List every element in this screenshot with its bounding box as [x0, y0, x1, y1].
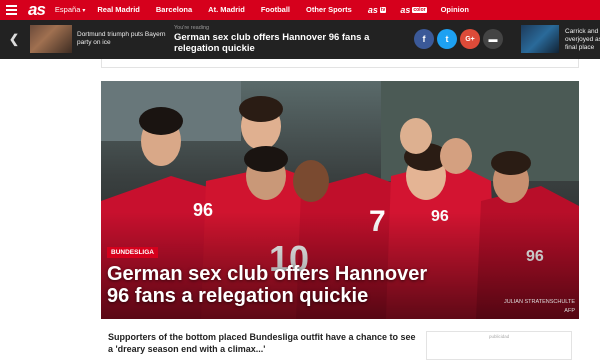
prev-article-title[interactable]: Dortmund triumph puts Bayern party on ic… [77, 31, 167, 47]
reading-bar: ❮ Dortmund triumph puts Bayern party on … [0, 20, 600, 59]
googleplus-icon[interactable]: G+ [460, 29, 480, 49]
nav-item-opinion[interactable]: Opinion [441, 0, 469, 20]
photo-credit-agency: AFP [564, 308, 575, 314]
category-badge[interactable]: BUNDESLIGA [107, 247, 158, 258]
menu-icon[interactable] [0, 0, 22, 20]
nav-item-espana[interactable]: España ▾ [55, 0, 85, 21]
reading-title: German sex club offers Hannover 96 fans … [174, 32, 370, 54]
ad-label: publicidad [489, 334, 510, 339]
top-navigation: as España ▾ Real Madrid Barcelona At. Mad… [0, 0, 600, 20]
chevron-down-icon: ▾ [82, 7, 86, 14]
article-lead: Supporters of the bottom placed Bundesli… [108, 332, 416, 354]
article-title: German sex club offers Hannover 96 fans … [107, 263, 428, 307]
site-logo[interactable]: as [28, 0, 46, 20]
nav-item-barcelona[interactable]: Barcelona [156, 0, 192, 20]
nav-brand-ascolor[interactable]: as [400, 5, 410, 15]
twitter-icon[interactable]: t [437, 29, 457, 49]
hero-image[interactable]: 96 10 7 96 96 BUNDESLIGA German sex club… [101, 81, 579, 319]
ad-box: publicidad [426, 331, 572, 360]
facebook-icon[interactable]: f [414, 29, 434, 49]
nav-brand-astv-sub: tv [379, 7, 387, 13]
next-article-thumbnail[interactable] [521, 25, 559, 53]
nav-item-atletico[interactable]: At. Madrid [208, 0, 245, 20]
nav-brand-ascolor-sub: color [412, 7, 427, 13]
reading-label: You're reading [174, 25, 210, 31]
next-article-title[interactable]: Carrick and overjoyed as final place [565, 28, 600, 52]
chevron-left-icon[interactable]: ❮ [9, 32, 19, 46]
nav-brand-astv[interactable]: as [368, 5, 378, 15]
photo-credit-name: JULIAN STRATENSCHULTE [503, 299, 575, 305]
comment-icon[interactable]: ▬ [483, 29, 503, 49]
prev-article-thumbnail[interactable] [30, 25, 72, 53]
ad-strip [101, 59, 579, 68]
nav-item-real-madrid[interactable]: Real Madrid [97, 0, 140, 20]
nav-item-football[interactable]: Football [261, 0, 290, 20]
nav-item-other-sports[interactable]: Other Sports [306, 0, 352, 20]
